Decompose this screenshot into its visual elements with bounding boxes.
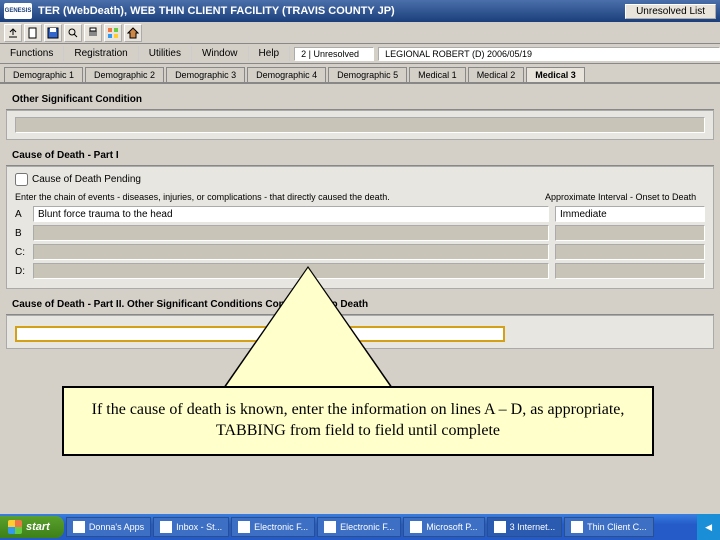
new-doc-icon[interactable] [24,24,42,42]
menu-help[interactable]: Help [249,46,291,61]
line-a-field[interactable] [33,206,549,222]
status-dropdown[interactable]: 2 | Unresolved [294,47,374,61]
line-b-interval[interactable] [555,225,705,241]
cause-pending-checkbox[interactable] [15,173,28,186]
tab-medical-2[interactable]: Medical 2 [468,67,525,82]
line-c-field[interactable] [33,244,549,260]
taskbar-item-4[interactable]: Microsoft P... [403,517,484,537]
tab-medical-3[interactable]: Medical 3 [526,67,585,82]
unresolved-list-button[interactable]: Unresolved List [625,4,716,19]
taskbar-item-0[interactable]: Donna's Apps [66,517,151,537]
ppt-icon [410,521,422,533]
menubar: Functions Registration Utilities Window … [0,44,720,64]
out-icon[interactable] [4,24,22,42]
part1-header: Cause of Death - Part I [6,146,714,166]
taskbar-item-5[interactable]: 3 Internet... [487,517,563,537]
tab-demographic-4[interactable]: Demographic 4 [247,67,326,82]
tab-demographic-2[interactable]: Demographic 2 [85,67,164,82]
line-a-interval[interactable] [555,206,705,222]
start-button[interactable]: start [0,516,64,538]
menu-registration[interactable]: Registration [64,46,138,61]
system-tray[interactable]: ◀ [697,514,720,540]
line-b-field[interactable] [33,225,549,241]
save-icon[interactable] [44,24,62,42]
tab-demographic-1[interactable]: Demographic 1 [4,67,83,82]
tab-row: Demographic 1 Demographic 2 Demographic … [0,64,720,84]
tab-demographic-3[interactable]: Demographic 3 [166,67,245,82]
taskbar-item-3[interactable]: Electronic F... [317,517,401,537]
line-d-label: D: [15,266,33,277]
taskbar-item-2[interactable]: Electronic F... [231,517,315,537]
folder-icon [73,521,85,533]
mail-icon [160,521,172,533]
section-other-significant-condition: Other Significant Condition [6,90,714,140]
titlebar: GENESIS TER (WebDeath), WEB THIN CLIENT … [0,0,720,22]
line-a-label: A [15,209,33,220]
home-icon[interactable] [124,24,142,42]
window-title: TER (WebDeath), WEB THIN CLIENT FACILITY… [38,5,621,17]
menu-window[interactable]: Window [192,46,249,61]
annotation-callout: If the cause of death is known, enter th… [62,386,654,456]
interval-column-header: Approximate Interval - Onset to Death [545,192,705,202]
doc-icon [238,521,250,533]
ie-icon [494,521,506,533]
line-c-interval[interactable] [555,244,705,260]
line-d-interval[interactable] [555,263,705,279]
taskbar-item-6[interactable]: Thin Client C... [564,517,654,537]
taskbar: start Donna's Apps Inbox - St... Electro… [0,514,720,540]
line-b-label: B [15,228,33,239]
line-c-label: C: [15,247,33,258]
taskbar-item-1[interactable]: Inbox - St... [153,517,229,537]
osc-field[interactable] [15,117,705,133]
search-icon[interactable] [64,24,82,42]
app-logo: GENESIS [4,3,32,19]
icon-toolbar [0,22,720,44]
tab-demographic-5[interactable]: Demographic 5 [328,67,407,82]
doc-icon [324,521,336,533]
annotation-pointer [218,268,398,398]
osc-header: Other Significant Condition [6,90,714,110]
part1-instructions: Enter the chain of events - diseases, in… [15,192,545,202]
windows-logo-icon [8,520,22,534]
print-icon[interactable] [84,24,102,42]
recent-record-dropdown[interactable]: LEGIONAL ROBERT (D) 2006/05/19 [378,47,720,61]
menu-utilities[interactable]: Utilities [139,46,192,61]
grid-icon[interactable] [104,24,122,42]
app-icon [571,521,583,533]
cause-pending-label: Cause of Death Pending [32,174,141,185]
tab-medical-1[interactable]: Medical 1 [409,67,466,82]
menu-functions[interactable]: Functions [0,46,64,61]
